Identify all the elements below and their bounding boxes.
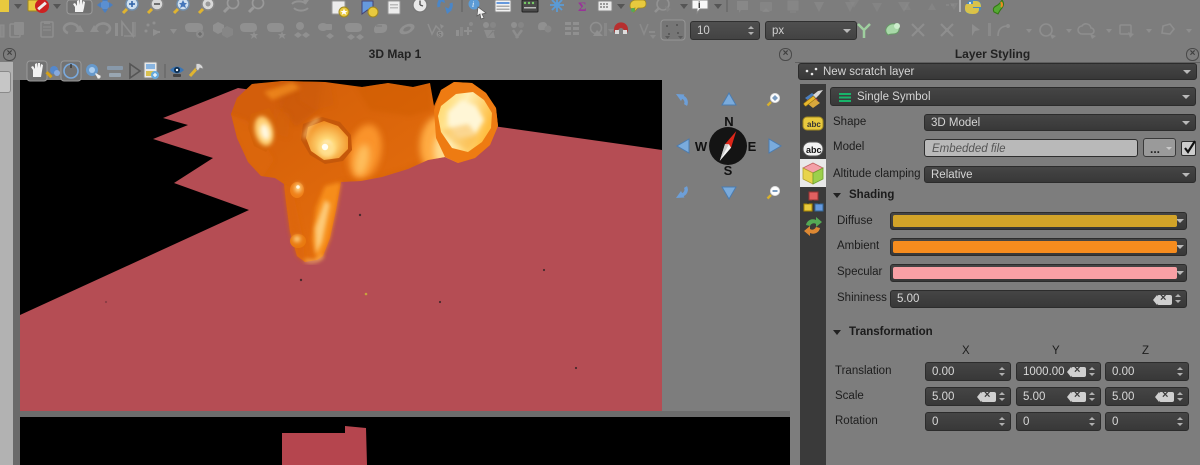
svg-text:S: S: [438, 33, 442, 39]
svg-text:i: i: [472, 0, 474, 9]
svg-text:i: i: [698, 0, 701, 10]
svg-text:Σ: Σ: [578, 0, 587, 14]
svg-text:abc: abc: [807, 120, 821, 129]
svg-text:abc: abc: [806, 145, 822, 155]
